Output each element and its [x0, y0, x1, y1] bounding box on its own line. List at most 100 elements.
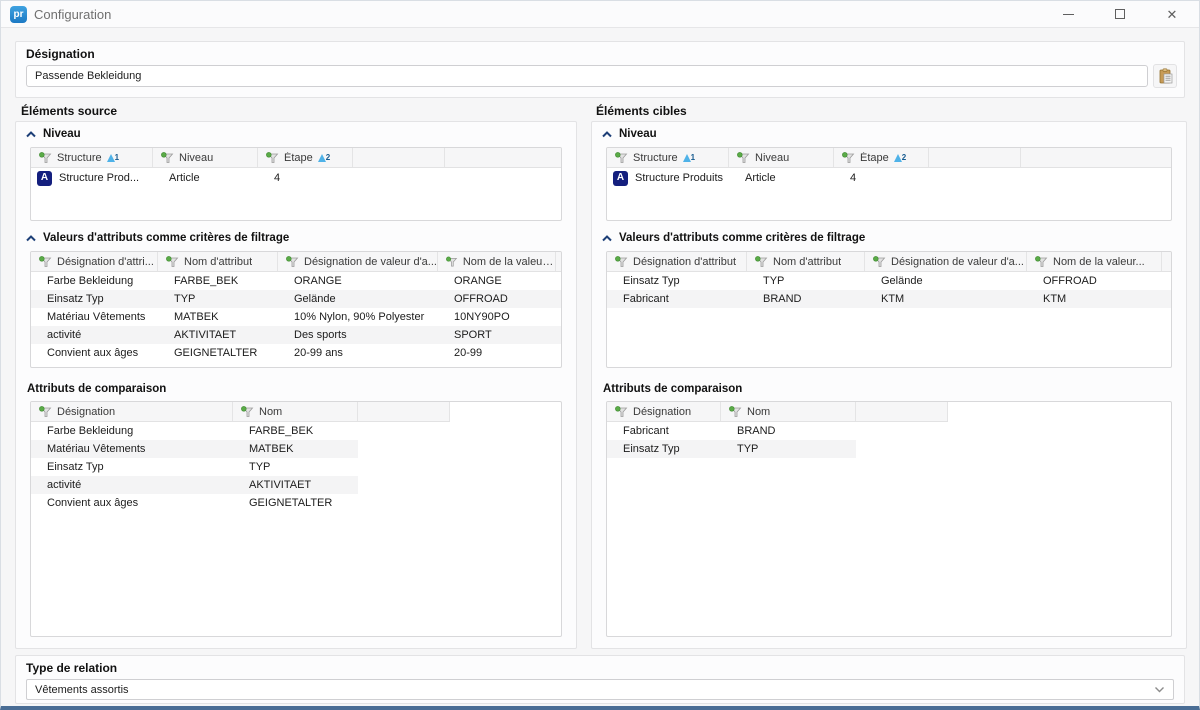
designation-label: Désignation: [26, 47, 95, 61]
minimize-button[interactable]: [1055, 3, 1081, 25]
target-filter-section-toggle[interactable]: Valeurs d'attributs comme critères de fi…: [602, 232, 865, 244]
source-niveau-section-toggle[interactable]: Niveau: [26, 128, 81, 140]
table-row[interactable]: activitéAKTIVITAETDes sportsSPORT: [31, 326, 561, 344]
sort-ascending-icon: 1: [683, 152, 698, 164]
target-panel: Niveau Structure 1 Niveau Étape 2: [591, 121, 1187, 649]
relation-label: Type de relation: [26, 661, 117, 675]
relation-selected-value: Vêtements assortis: [35, 684, 129, 696]
target-niveau-section-toggle[interactable]: Niveau: [602, 128, 657, 140]
filter-funnel-icon: [615, 406, 628, 418]
filter-funnel-icon: [39, 152, 52, 164]
header-filler: [358, 402, 450, 421]
table-row[interactable]: Einsatz TypTYPGeländeOFFROAD: [31, 290, 561, 308]
filter-funnel-icon: [161, 152, 174, 164]
column-header[interactable]: Désignation: [31, 402, 233, 421]
sort-ascending-icon: 1: [107, 152, 122, 164]
column-header[interactable]: Désignation de valeur d'a...: [865, 252, 1027, 271]
filter-funnel-icon: [446, 256, 458, 268]
collapse-chevron-up-icon: [602, 131, 612, 138]
filter-funnel-icon: [39, 256, 52, 268]
column-header[interactable]: Nom d'attribut: [158, 252, 278, 271]
close-button[interactable]: ✕: [1159, 3, 1185, 25]
sort-ascending-icon: 2: [894, 152, 909, 164]
table-row[interactable]: FabricantBRANDKTMKTM: [607, 290, 1171, 308]
filter-funnel-icon: [873, 256, 886, 268]
table-row[interactable]: Matériau VêtementsMATBEK10% Nylon, 90% P…: [31, 308, 561, 326]
minimize-icon: [1063, 14, 1074, 15]
column-header-niveau[interactable]: Niveau: [729, 148, 834, 167]
column-header[interactable]: Nom: [721, 402, 856, 421]
source-niveau-table: Structure 1 Niveau Étape 2 AStructure Pr…: [30, 147, 562, 221]
column-header[interactable]: Nom d'attribut: [747, 252, 865, 271]
collapse-chevron-up-icon: [26, 235, 36, 242]
header-filler: [856, 402, 948, 421]
window-title: Configuration: [34, 7, 111, 22]
table-row[interactable]: Convient aux âgesGEIGNETALTER: [31, 494, 358, 512]
target-comparison-section-title: Attributs de comparaison: [603, 383, 742, 395]
table-row[interactable]: Convient aux âgesGEIGNETALTER20-99 ans20…: [31, 344, 561, 362]
table-row[interactable]: Einsatz TypTYP: [31, 458, 358, 476]
title-bar: pr Configuration ✕: [1, 1, 1199, 28]
filter-funnel-icon: [39, 406, 52, 418]
filter-funnel-icon: [755, 256, 768, 268]
source-filter-section-toggle[interactable]: Valeurs d'attributs comme critères de fi…: [26, 232, 289, 244]
header-filler: [929, 148, 1021, 167]
column-header[interactable]: Nom de la valeur...: [1027, 252, 1162, 271]
relation-group: Type de relation Vêtements assortis: [15, 655, 1185, 704]
filter-funnel-icon: [737, 152, 750, 164]
section-title: Valeurs d'attributs comme critères de fi…: [43, 232, 289, 244]
filter-funnel-icon: [729, 406, 742, 418]
close-icon: ✕: [1167, 8, 1178, 21]
column-header[interactable]: Nom: [233, 402, 358, 421]
column-header-etape[interactable]: Étape 2: [258, 148, 353, 167]
column-header[interactable]: Désignation de valeur d'a...: [278, 252, 438, 271]
filter-funnel-icon: [241, 406, 254, 418]
maximize-button[interactable]: [1107, 3, 1133, 25]
column-header[interactable]: Désignation d'attri...: [31, 252, 158, 271]
filter-funnel-icon: [842, 152, 855, 164]
section-title: Niveau: [619, 128, 657, 140]
configuration-window: pr Configuration ✕ Désignation Éléments …: [0, 0, 1200, 710]
table-row[interactable]: Farbe BekleidungFARBE_BEK: [31, 422, 358, 440]
chevron-down-icon: [1154, 686, 1165, 693]
table-row[interactable]: Einsatz TypTYPGeländeOFFROAD: [607, 272, 1171, 290]
column-header-etape[interactable]: Étape 2: [834, 148, 929, 167]
paste-button[interactable]: [1153, 64, 1177, 88]
section-title: Niveau: [43, 128, 81, 140]
filter-funnel-icon: [1035, 256, 1048, 268]
section-title: Attributs de comparaison: [603, 383, 742, 395]
target-niveau-table: Structure 1 Niveau Étape 2 AStructure Pr…: [606, 147, 1172, 221]
filter-funnel-icon: [286, 256, 299, 268]
table-row[interactable]: AStructure Produits Article 4: [607, 168, 1171, 188]
filter-funnel-icon: [615, 256, 628, 268]
source-comparison-table: Désignation Nom Farbe BekleidungFARBE_BE…: [30, 401, 562, 637]
table-row[interactable]: FabricantBRAND: [607, 422, 856, 440]
source-panel-title: Éléments source: [21, 104, 117, 118]
column-header-structure[interactable]: Structure 1: [607, 148, 729, 167]
article-structure-badge-icon: A: [37, 171, 52, 186]
table-row[interactable]: Einsatz TypTYP: [607, 440, 856, 458]
maximize-icon: [1115, 9, 1125, 19]
relation-type-select[interactable]: Vêtements assortis: [26, 679, 1174, 700]
collapse-chevron-up-icon: [602, 235, 612, 242]
column-header-structure[interactable]: Structure 1: [31, 148, 153, 167]
source-panel: Niveau Structure 1 Niveau Étape 2: [15, 121, 577, 649]
section-title: Attributs de comparaison: [27, 383, 166, 395]
filter-funnel-icon: [166, 256, 179, 268]
table-row[interactable]: activitéAKTIVITAET: [31, 476, 358, 494]
table-row[interactable]: Matériau VêtementsMATBEK: [31, 440, 358, 458]
table-row[interactable]: AStructure Prod... Article 4: [31, 168, 561, 188]
designation-input[interactable]: [26, 65, 1148, 87]
clipboard-paste-icon: [1157, 68, 1174, 85]
sort-ascending-icon: 2: [318, 152, 333, 164]
column-header[interactable]: Désignation: [607, 402, 721, 421]
column-header-niveau[interactable]: Niveau: [153, 148, 258, 167]
column-header[interactable]: Nom de la valeur d...: [438, 252, 556, 271]
table-row[interactable]: Farbe BekleidungFARBE_BEKORANGEORANGE: [31, 272, 561, 290]
target-panel-title: Éléments cibles: [596, 104, 687, 118]
article-structure-badge-icon: A: [613, 171, 628, 186]
app-logo-icon: pr: [10, 6, 27, 23]
header-filler: [353, 148, 445, 167]
target-filter-table: Désignation d'attribut Nom d'attribut Dé…: [606, 251, 1172, 368]
column-header[interactable]: Désignation d'attribut: [607, 252, 747, 271]
